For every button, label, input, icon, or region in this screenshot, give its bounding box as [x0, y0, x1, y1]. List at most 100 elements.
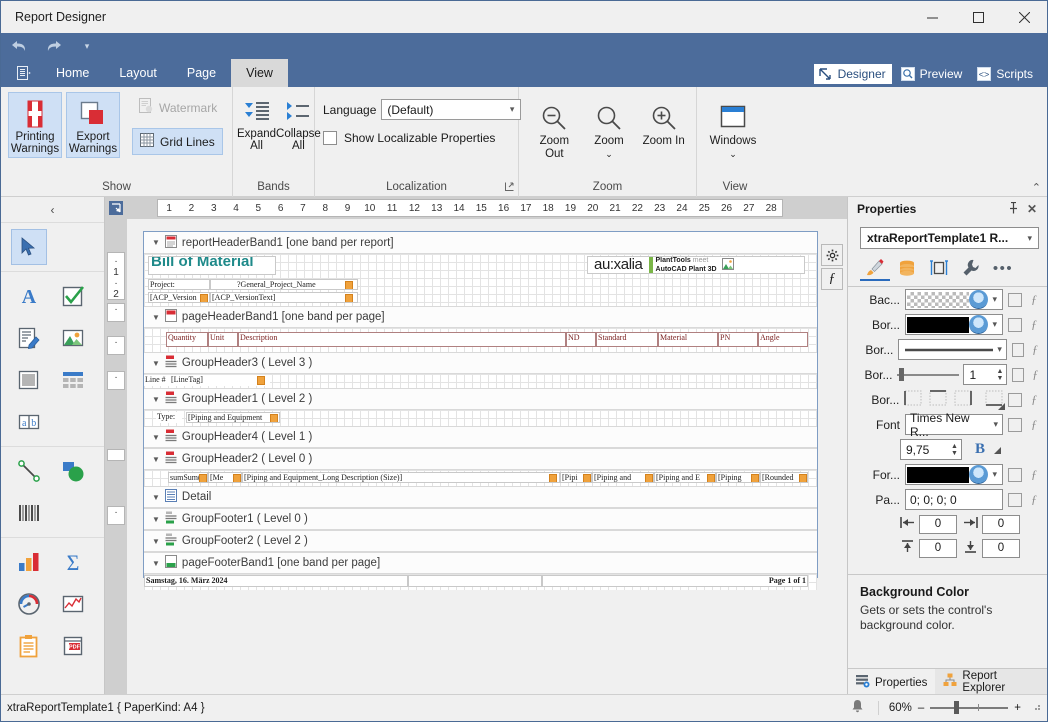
minimize-button[interactable] [909, 1, 955, 33]
pointer-tool[interactable] [11, 229, 47, 265]
type-field-control[interactable]: [Piping and Equipment [186, 412, 280, 423]
band-header-reportHeaderBand1[interactable]: ▼ reportHeaderBand1 [one band per report… [144, 232, 817, 254]
padding-left-input[interactable]: 0 [919, 514, 957, 534]
data-tab[interactable] [892, 257, 922, 281]
label-tool[interactable]: A [11, 278, 47, 314]
border-right-button[interactable] [954, 390, 973, 409]
collapse-triangle-icon[interactable]: ▼ [152, 238, 160, 247]
object-selector-combo[interactable]: xtraReportTemplate1 R... ▾ [860, 227, 1039, 249]
band-body-pageFooterBand1[interactable]: Samstag, 16. März 2024 Page 1 of 1 [144, 574, 817, 590]
border-width-input[interactable]: 1 ▲ ▼ [963, 364, 1008, 385]
band-header-GroupHeader2[interactable]: ▼ GroupHeader2 ( Level 0 ) [144, 448, 817, 470]
collapse-triangle-icon[interactable]: ▼ [152, 313, 160, 322]
border-dash-style-field[interactable]: ▾ [898, 339, 1007, 360]
band-header-GroupHeader3[interactable]: ▼ GroupHeader3 ( Level 3 ) [144, 352, 817, 374]
gh2-field-sum[interactable]: sumSum( [168, 472, 208, 483]
zoom-in-button[interactable]: Zoom In [638, 95, 689, 148]
band-header-GroupHeader4[interactable]: ▼ GroupHeader4 ( Level 1 ) [144, 426, 817, 448]
column-header-standard[interactable]: Standard [596, 332, 658, 347]
gauge-tool[interactable] [11, 586, 47, 622]
collapse-triangle-icon[interactable]: ▼ [152, 455, 160, 464]
border-color-expression-icon[interactable]: ƒ [1027, 317, 1041, 332]
gh2-field-unit[interactable]: [Me [208, 472, 242, 483]
language-combo[interactable]: (Default) ▾ [381, 99, 522, 120]
show-localizable-properties-checkbox[interactable] [323, 131, 337, 145]
gh2-field-material[interactable]: [Piping and E [654, 472, 716, 483]
band-body-pageHeaderBand1[interactable]: Quantity Unit Description ND Standard Ma… [144, 328, 817, 352]
maximize-button[interactable] [955, 1, 1001, 33]
behavior-tab[interactable] [956, 257, 986, 281]
rich-text-tool[interactable] [11, 320, 47, 356]
close-icon[interactable]: ✕ [1023, 202, 1041, 216]
ribbon-collapse-icon[interactable]: ⌃ [1032, 181, 1041, 194]
tab-report-explorer[interactable]: Report Explorer [935, 669, 1047, 694]
windows-dropdown-chevron[interactable]: ⌄ [729, 148, 737, 161]
foreground-color-reset-button[interactable] [1008, 467, 1022, 482]
view-mode-scripts[interactable]: <> Scripts [972, 64, 1039, 84]
font-expand-icon[interactable] [990, 443, 1002, 457]
close-button[interactable] [1001, 1, 1047, 33]
table-tool[interactable] [55, 362, 91, 398]
redo-icon[interactable] [43, 37, 63, 55]
column-header-material[interactable]: Material [658, 332, 718, 347]
collapse-triangle-icon[interactable]: ▼ [152, 559, 160, 568]
toolbox-collapse-button[interactable]: ‹ [1, 197, 104, 223]
view-mode-preview[interactable]: Preview [896, 64, 969, 84]
border-width-slider[interactable] [897, 368, 960, 382]
zoom-slider-knob[interactable] [954, 701, 960, 714]
column-header-angle[interactable]: Angle [758, 332, 808, 347]
expand-all-button[interactable]: Expand All [237, 92, 276, 152]
padding-top-input[interactable]: 0 [919, 538, 957, 558]
gh2-field-description[interactable]: [Piping and Equipment_Long Description (… [242, 472, 560, 483]
vertical-ruler[interactable]: · 1 · 2 · · · · [105, 219, 127, 694]
undo-icon[interactable] [9, 37, 29, 55]
font-family-combo[interactable]: Times New R... ▾ [905, 411, 1003, 439]
collapse-triangle-icon[interactable]: ▼ [152, 359, 160, 368]
padding-bottom-input[interactable]: 0 [982, 538, 1020, 558]
resize-grip-icon[interactable] [1027, 701, 1041, 714]
background-color-reset-button[interactable] [1008, 292, 1022, 307]
page-footer-date-control[interactable]: Samstag, 16. März 2024 [144, 575, 408, 587]
font-expression-icon[interactable]: ƒ [1027, 417, 1041, 432]
band-header-pageHeaderBand1[interactable]: ▼ pageHeaderBand1 [one band per page] [144, 306, 817, 328]
band-header-Detail[interactable]: ▼ Detail [144, 486, 817, 508]
smart-tag-button[interactable] [821, 244, 843, 266]
show-localizable-properties-row[interactable]: Show Localizable Properties [323, 131, 495, 145]
padding-reset-button[interactable] [1008, 492, 1022, 507]
color-picker-icon[interactable] [969, 315, 989, 334]
collapse-triangle-icon[interactable]: ▼ [152, 493, 160, 502]
barcode-tool[interactable] [11, 495, 47, 531]
band-header-GroupFooter1[interactable]: ▼ GroupFooter1 ( Level 0 ) [144, 508, 817, 530]
acp-version-label-control[interactable]: [ACP_Version [148, 292, 210, 303]
line-tag-field-control[interactable]: [LineTag] [170, 375, 270, 386]
pivot-grid-tool[interactable] [55, 586, 91, 622]
ruler-corner[interactable] [105, 197, 127, 219]
line-tool[interactable] [11, 453, 47, 489]
application-menu-icon[interactable] [7, 59, 41, 87]
tab-properties[interactable]: Properties [848, 669, 936, 694]
spinner-icon[interactable]: ▲ ▼ [993, 368, 1006, 382]
background-color-field[interactable]: ▾ [905, 289, 1003, 310]
chart-tool[interactable] [11, 544, 47, 580]
tab-home[interactable]: Home [41, 59, 104, 87]
chevron-down-icon[interactable]: ▾ [993, 344, 1006, 355]
horizontal-ruler[interactable]: 1 2 3 4 5 6 7 8 9 10 11 12 13 14 15 16 17 18 19 20 21 22 23 24 2… [127, 197, 847, 219]
qat-more-icon[interactable]: ▾ [77, 37, 97, 55]
column-header-pn[interactable]: PN [718, 332, 758, 347]
project-label-control[interactable]: Project: [148, 279, 210, 290]
slider-knob[interactable] [899, 368, 905, 381]
tab-view[interactable]: View [231, 59, 288, 87]
chevron-down-icon[interactable]: ▾ [988, 319, 1001, 330]
zoom-button[interactable]: Zoom ⌄ [584, 95, 635, 161]
gh2-field-standard[interactable]: [Piping and [592, 472, 654, 483]
padding-field[interactable]: 0; 0; 0; 0 [905, 489, 1003, 510]
color-picker-icon[interactable] [969, 465, 989, 484]
foreground-color-expression-icon[interactable]: ƒ [1027, 467, 1041, 482]
font-size-input[interactable]: 9,75 ▲ ▼ [900, 439, 962, 460]
view-mode-designer[interactable]: Designer [813, 64, 892, 84]
band-header-GroupHeader1[interactable]: ▼ GroupHeader1 ( Level 2 ) [144, 388, 817, 410]
shape-tool[interactable] [55, 453, 91, 489]
check-box-tool[interactable] [55, 278, 91, 314]
foreground-color-field[interactable]: ▾ [905, 464, 1003, 485]
grid-lines-button[interactable]: Grid Lines [132, 128, 224, 155]
